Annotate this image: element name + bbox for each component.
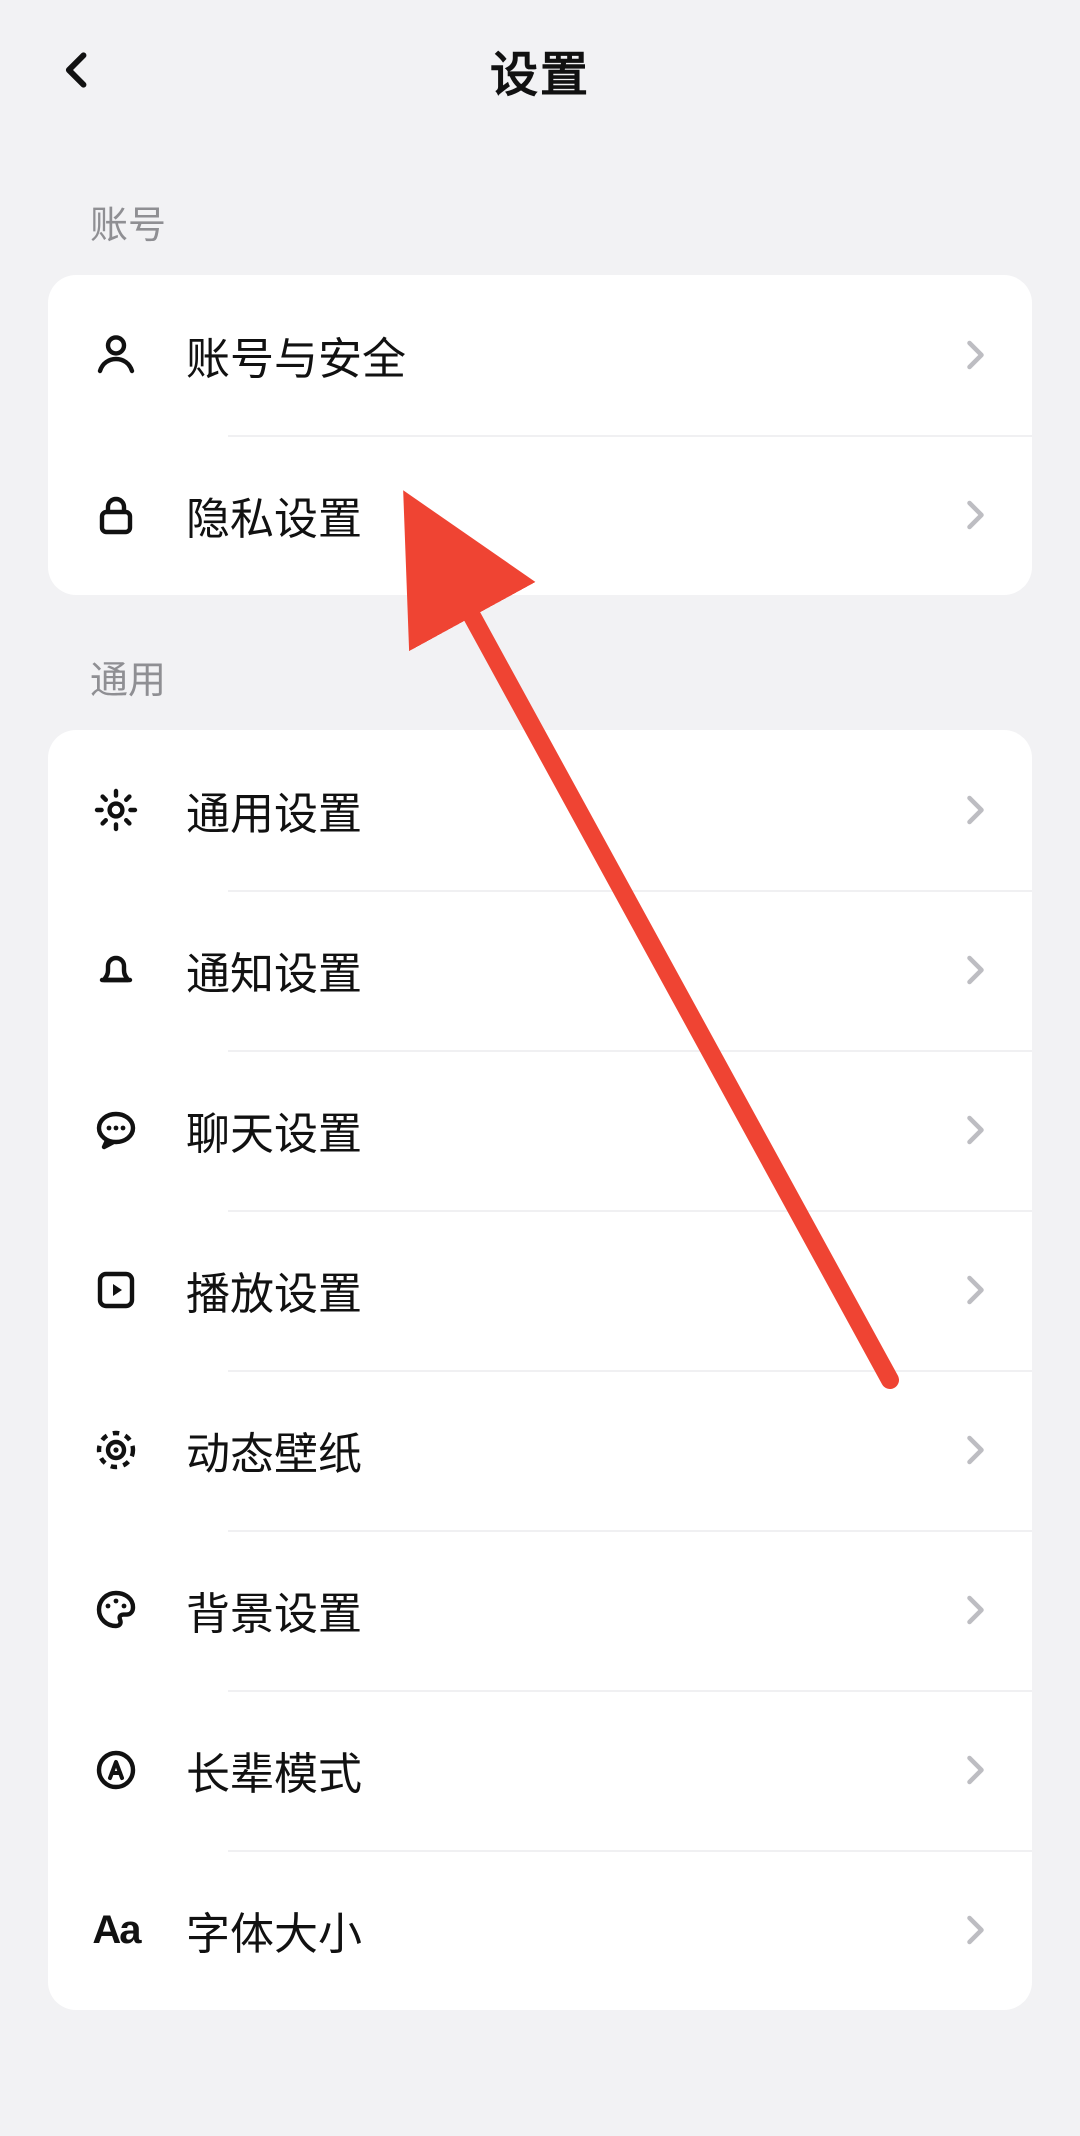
chevron-right-icon xyxy=(956,497,992,533)
chevron-left-icon xyxy=(56,48,100,92)
back-button[interactable] xyxy=(48,40,108,100)
lock-icon xyxy=(88,487,144,543)
row-label: 隐私设置 xyxy=(186,483,956,547)
row-background-settings[interactable]: 背景设置 xyxy=(48,1530,1032,1690)
row-privacy-settings[interactable]: 隐私设置 xyxy=(48,435,1032,595)
row-label: 播放设置 xyxy=(186,1258,956,1322)
chevron-right-icon xyxy=(956,1912,992,1948)
row-elder-mode[interactable]: 长辈模式 xyxy=(48,1690,1032,1850)
user-icon xyxy=(88,327,144,383)
row-live-wallpaper[interactable]: 动态壁纸 xyxy=(48,1370,1032,1530)
font-size-icon: Aa xyxy=(88,1902,144,1958)
general-card: 通用设置 通知设置 聊天设置 播放设置 动态壁纸 背景设置 xyxy=(48,730,1032,2010)
section-header-general: 通用 xyxy=(0,595,1080,730)
section-header-account: 账号 xyxy=(0,140,1080,275)
row-label: 聊天设置 xyxy=(186,1098,956,1162)
chevron-right-icon xyxy=(956,1272,992,1308)
row-playback-settings[interactable]: 播放设置 xyxy=(48,1210,1032,1370)
row-chat-settings[interactable]: 聊天设置 xyxy=(48,1050,1032,1210)
page-title: 设置 xyxy=(490,35,590,105)
section-header-about: 关于 xyxy=(0,2010,1080,2080)
row-label: 动态壁纸 xyxy=(186,1418,956,1482)
chevron-right-icon xyxy=(956,1592,992,1628)
chat-icon xyxy=(88,1102,144,1158)
row-font-size[interactable]: Aa 字体大小 xyxy=(48,1850,1032,2010)
chevron-right-icon xyxy=(956,1752,992,1788)
chevron-right-icon xyxy=(956,792,992,828)
elder-mode-icon xyxy=(88,1742,144,1798)
wallpaper-icon xyxy=(88,1422,144,1478)
row-label: 字体大小 xyxy=(186,1898,956,1962)
bell-icon xyxy=(88,942,144,998)
play-icon xyxy=(88,1262,144,1318)
header-bar: 设置 xyxy=(0,0,1080,140)
row-label: 通用设置 xyxy=(186,778,956,842)
chevron-right-icon xyxy=(956,1432,992,1468)
row-label: 背景设置 xyxy=(186,1578,956,1642)
row-label: 通知设置 xyxy=(186,938,956,1002)
chevron-right-icon xyxy=(956,1112,992,1148)
row-label: 账号与安全 xyxy=(186,323,956,387)
row-account-security[interactable]: 账号与安全 xyxy=(48,275,1032,435)
account-card: 账号与安全 隐私设置 xyxy=(48,275,1032,595)
chevron-right-icon xyxy=(956,952,992,988)
row-general-settings[interactable]: 通用设置 xyxy=(48,730,1032,890)
palette-icon xyxy=(88,1582,144,1638)
row-notification-settings[interactable]: 通知设置 xyxy=(48,890,1032,1050)
chevron-right-icon xyxy=(956,337,992,373)
row-label: 长辈模式 xyxy=(186,1738,956,1802)
gear-icon xyxy=(88,782,144,838)
